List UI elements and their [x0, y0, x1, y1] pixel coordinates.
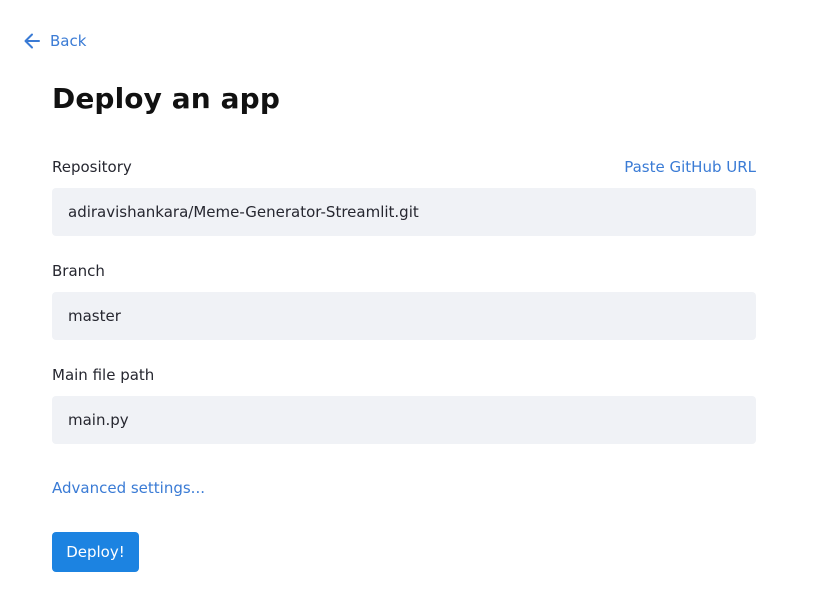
page-title: Deploy an app: [52, 82, 280, 115]
deploy-button[interactable]: Deploy!: [52, 532, 139, 572]
advanced-settings-link[interactable]: Advanced settings...: [52, 479, 205, 497]
deploy-page: Back Deploy an app Repository Paste GitH…: [0, 0, 832, 608]
repository-label: Repository: [52, 158, 132, 176]
main-file-path-label: Main file path: [52, 366, 155, 384]
back-label: Back: [50, 32, 87, 50]
paste-github-url-link[interactable]: Paste GitHub URL: [624, 158, 756, 176]
arrow-left-icon: [22, 31, 42, 51]
main-file-path-input[interactable]: [52, 396, 756, 444]
back-link[interactable]: Back: [22, 31, 86, 51]
branch-label: Branch: [52, 262, 105, 280]
repository-input[interactable]: [52, 188, 756, 236]
branch-input[interactable]: [52, 292, 756, 340]
